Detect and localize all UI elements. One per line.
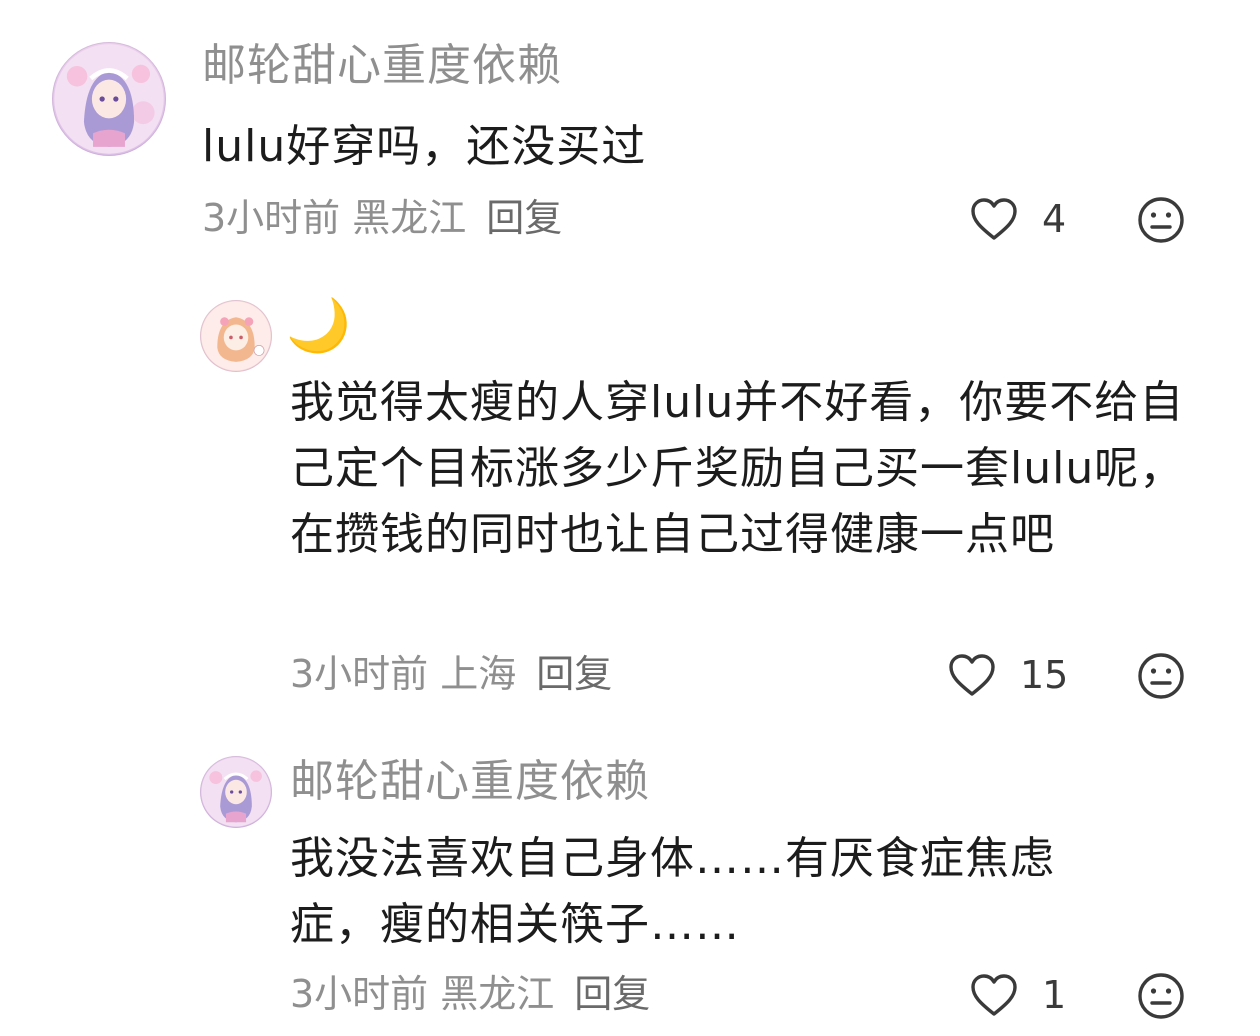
avatar[interactable] bbox=[200, 300, 272, 372]
comment-meta: 3小时前 黑龙江 回复 bbox=[202, 194, 562, 242]
like-button[interactable]: 4 bbox=[970, 194, 1066, 244]
heart-outline-icon bbox=[970, 197, 1018, 241]
username[interactable]: 🌙 bbox=[286, 300, 351, 352]
username[interactable]: 邮轮甜心重度依赖 bbox=[202, 38, 562, 94]
comment-meta: 3小时前 黑龙江 回复 bbox=[290, 970, 650, 1018]
comment-meta: 3小时前 上海 回复 bbox=[290, 650, 612, 698]
reply-button[interactable]: 回复 bbox=[574, 970, 650, 1018]
dislike-button[interactable] bbox=[1137, 972, 1185, 1020]
like-button[interactable]: 1 bbox=[970, 970, 1066, 1020]
like-count: 15 bbox=[1020, 653, 1069, 697]
like-count: 4 bbox=[1042, 197, 1067, 241]
dislike-button[interactable] bbox=[1137, 652, 1185, 700]
comment-time: 3小时前 bbox=[290, 652, 429, 696]
avatar-anime-girl-icon bbox=[54, 44, 164, 154]
avatar-anime-girl-icon bbox=[201, 301, 271, 371]
dislike-button[interactable] bbox=[1137, 196, 1185, 244]
like-count: 1 bbox=[1042, 973, 1067, 1017]
comment-location: 黑龙江 bbox=[440, 972, 555, 1016]
comment-text: lulu好穿吗，还没买过 bbox=[202, 121, 647, 172]
heart-outline-icon bbox=[970, 973, 1018, 1017]
comment-location: 上海 bbox=[440, 652, 517, 696]
comment-text: 我没法喜欢自己身体……有厌食症焦虑症，瘦的相关筷子…… bbox=[290, 833, 1055, 950]
reply-button[interactable]: 回复 bbox=[536, 650, 612, 698]
neutral-face-icon bbox=[1137, 196, 1185, 244]
avatar[interactable] bbox=[52, 42, 166, 156]
comment-location: 黑龙江 bbox=[352, 196, 467, 240]
username[interactable]: 邮轮甜心重度依赖 bbox=[290, 754, 650, 810]
reply-button[interactable]: 回复 bbox=[486, 194, 562, 242]
neutral-face-icon bbox=[1137, 652, 1185, 700]
comment-text: 我觉得太瘦的人穿lulu并不好看，你要不给自己定个目标涨多少斤奖励自己买一套lu… bbox=[290, 377, 1185, 560]
comment-time: 3小时前 bbox=[290, 972, 429, 1016]
like-button[interactable]: 15 bbox=[948, 650, 1068, 700]
comment-time: 3小时前 bbox=[202, 196, 341, 240]
avatar[interactable] bbox=[200, 756, 272, 828]
avatar-anime-girl-icon bbox=[201, 757, 271, 827]
neutral-face-icon bbox=[1137, 972, 1185, 1020]
heart-outline-icon bbox=[948, 653, 996, 697]
